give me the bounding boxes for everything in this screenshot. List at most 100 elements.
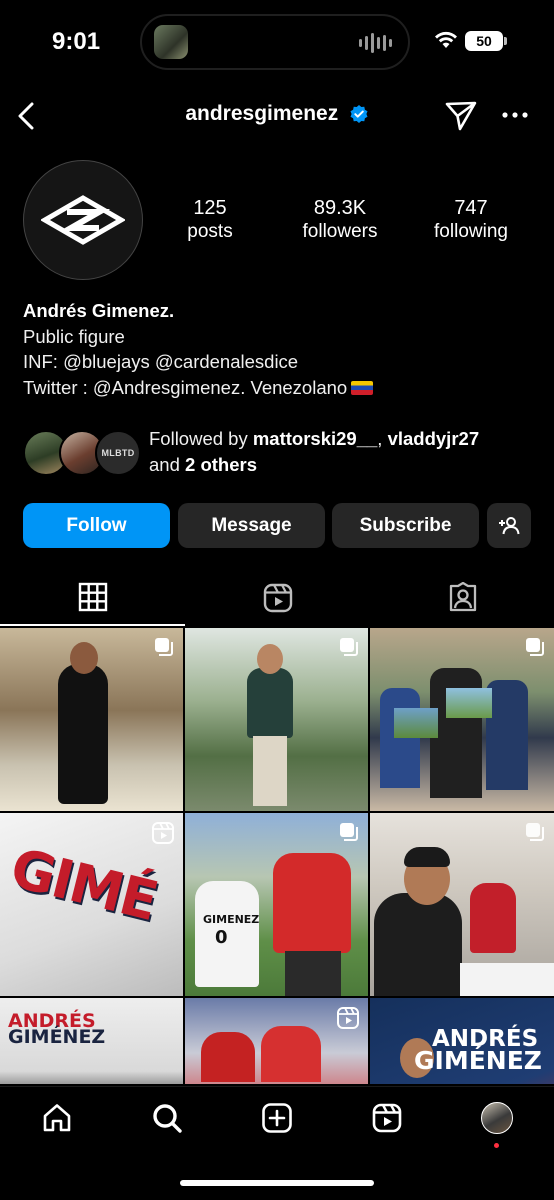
post-tile[interactable]: GIMENEZ 0 — [185, 813, 368, 996]
tab-posts-grid[interactable] — [0, 570, 185, 626]
followed-by-separator: , — [377, 428, 388, 449]
notification-dot — [494, 1143, 499, 1148]
carousel-icon — [340, 638, 358, 656]
status-time: 9:01 — [52, 28, 101, 55]
mutual-followers[interactable]: MLBTD Followed by mattorski29__, vladdyj… — [23, 426, 543, 480]
send-message-button[interactable] — [444, 98, 478, 137]
profile-category: Public figure — [23, 325, 125, 347]
post-tile[interactable] — [185, 998, 368, 1084]
followers-count[interactable]: 89.3K followers — [280, 196, 400, 244]
nav-reels[interactable] — [357, 1101, 417, 1135]
photo-figure — [261, 1026, 321, 1082]
reels-icon — [263, 583, 292, 613]
profile-header: andresgimenez — [0, 92, 554, 138]
create-icon — [262, 1103, 292, 1133]
status-bar: 9:01 50 — [0, 0, 554, 84]
grid-icon — [78, 582, 107, 612]
reels-icon — [372, 1103, 402, 1133]
profile-bio: Andrés Gimenez. Public figure INF: @blue… — [23, 298, 533, 400]
painting — [446, 688, 492, 718]
carousel-icon — [155, 638, 173, 656]
photo-figure — [58, 664, 108, 804]
battery-indicator: 50 — [465, 31, 507, 51]
more-options-button[interactable] — [500, 100, 530, 130]
posts-count-label: posts — [187, 221, 233, 242]
send-icon — [445, 101, 477, 131]
carousel-icon — [526, 638, 544, 656]
logo-icon — [41, 195, 125, 245]
post-tile[interactable] — [370, 628, 554, 811]
photo-figure — [70, 642, 98, 674]
photo-figure — [380, 688, 420, 788]
photo-figure — [201, 1032, 255, 1082]
jersey-number: 0 — [215, 927, 228, 948]
following-count-value: 747 — [454, 197, 488, 219]
nav-home[interactable] — [27, 1101, 87, 1135]
tab-reels[interactable] — [185, 570, 370, 626]
bio-line-2-wrap: Twitter : @Andresgimenez. Venezolano — [23, 375, 533, 401]
nav-search[interactable] — [137, 1101, 197, 1135]
post-tile[interactable] — [370, 813, 554, 996]
followed-by-prefix: Followed by — [149, 428, 253, 449]
suggested-accounts-button[interactable] — [487, 503, 531, 548]
wifi-icon — [435, 31, 457, 48]
add-person-icon — [499, 516, 520, 534]
mutual-follower-avatar: MLBTD — [95, 430, 141, 476]
posts-count-value: 125 — [193, 197, 227, 219]
photo-figure — [374, 893, 462, 996]
mutual-followers-others[interactable]: 2 others — [185, 454, 257, 475]
carousel-icon — [340, 823, 358, 841]
photo-table — [460, 963, 554, 996]
followed-by-and: and — [149, 454, 186, 475]
posts-count[interactable]: 125 posts — [170, 196, 250, 244]
home-indicator[interactable] — [180, 1180, 374, 1186]
post-title-line-2: GIMÉNEZ — [414, 1046, 542, 1075]
profile-tabs — [0, 570, 554, 626]
photo-figure — [470, 883, 516, 953]
profile-avatar[interactable] — [23, 160, 143, 280]
profile-icon — [481, 1102, 513, 1134]
post-tile[interactable]: GIMÉ — [0, 813, 183, 996]
post-title-line-2: GIMÉNEZ — [8, 1026, 106, 1048]
now-playing-artwork — [154, 25, 188, 59]
photo-figure — [486, 680, 528, 790]
verified-icon — [350, 105, 368, 123]
posts-grid: GIMÉ GIMENEZ 0 ANDRÉS GIMÉNEZ ANDRÉS GIM… — [0, 628, 554, 1084]
post-tile[interactable] — [0, 628, 183, 811]
search-icon — [153, 1104, 182, 1133]
bio-line-2: Twitter : @Andresgimenez. Venezolano — [23, 376, 348, 398]
following-count[interactable]: 747 following — [420, 196, 522, 244]
nav-profile[interactable] — [467, 1101, 527, 1135]
following-count-label: following — [434, 221, 508, 242]
post-tile[interactable]: ANDRÉS GIMÉNEZ — [370, 998, 554, 1084]
profile-name: Andrés Gimenez. — [23, 300, 175, 321]
message-button[interactable]: Message — [178, 503, 325, 548]
dynamic-island[interactable] — [140, 14, 410, 70]
venezuela-flag-icon — [351, 380, 374, 395]
photo-figure — [253, 736, 287, 806]
followers-count-value: 89.3K — [313, 197, 367, 219]
post-tile[interactable]: ANDRÉS GIMÉNEZ — [0, 998, 183, 1084]
more-icon — [502, 112, 528, 118]
nav-create[interactable] — [247, 1101, 307, 1135]
tab-tagged[interactable] — [370, 570, 554, 626]
tagged-icon — [449, 582, 476, 612]
jersey-text: GIMENEZ — [203, 913, 260, 926]
follow-button[interactable]: Follow — [23, 503, 170, 548]
username: andresgimenez — [185, 102, 339, 125]
bio-line-1: INF: @bluejays @cardenalesdice — [23, 351, 299, 372]
carousel-icon — [526, 823, 544, 841]
photo-figure — [404, 847, 450, 867]
photo-figure — [257, 644, 283, 674]
audio-waveform-icon — [359, 33, 392, 53]
home-icon — [43, 1104, 71, 1132]
subscribe-button[interactable]: Subscribe — [332, 503, 479, 548]
photo-figure — [273, 853, 351, 953]
mutual-followers-text: Followed by mattorski29__, vladdyjr27 an… — [149, 426, 549, 478]
post-tile[interactable] — [185, 628, 368, 811]
jersey-text: GIMÉ — [4, 836, 163, 933]
photo-figure — [285, 951, 341, 996]
mutual-follower-1[interactable]: mattorski29__ — [253, 428, 377, 449]
reel-icon — [337, 1007, 359, 1029]
mutual-follower-2[interactable]: vladdyjr27 — [388, 428, 480, 449]
